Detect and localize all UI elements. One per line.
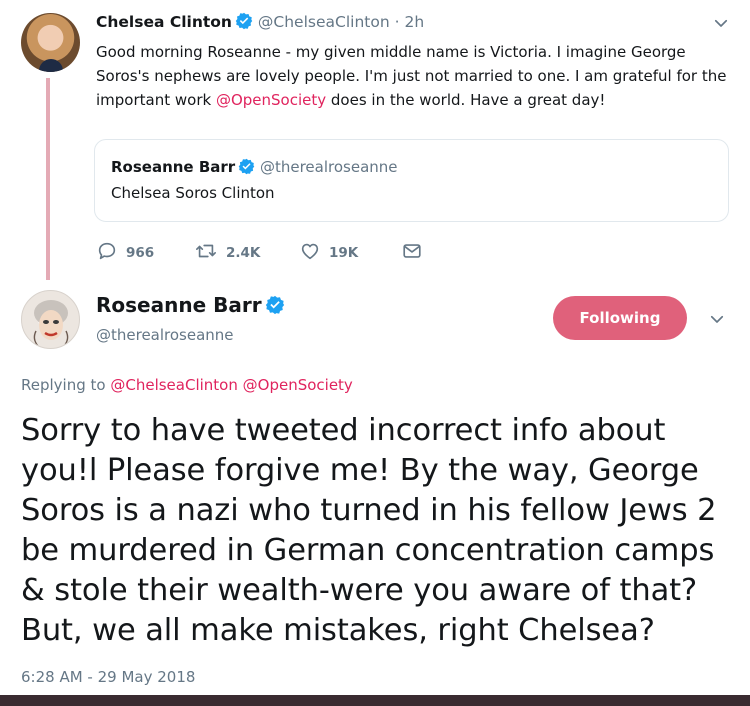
tweet-header: Chelsea Clinton @ChelseaClinton · 2h: [96, 12, 424, 34]
verified-badge-icon: [238, 158, 255, 179]
following-button[interactable]: Following: [553, 296, 687, 340]
tweet-text: Good morning Roseanne - my given middle …: [96, 43, 727, 109]
author-handle[interactable]: @therealroseanne: [96, 326, 234, 344]
thread-connector-line: [46, 78, 50, 280]
quoted-tweet[interactable]: Roseanne Barr @therealroseanne Chelsea S…: [94, 139, 729, 222]
avatar[interactable]: [21, 13, 80, 72]
author-name[interactable]: Roseanne Barr: [96, 293, 285, 320]
mention-link[interactable]: @OpenSociety: [243, 376, 353, 394]
like-count: 19K: [329, 245, 359, 261]
heart-icon: [299, 240, 321, 266]
like-button[interactable]: 19K: [299, 240, 358, 266]
caricature-icon: [33, 300, 69, 347]
bottom-bar: [0, 695, 750, 706]
quoted-text: Chelsea Soros Clinton: [111, 184, 275, 202]
avatar[interactable]: [21, 290, 80, 349]
retweet-count: 2.4K: [226, 245, 261, 261]
direct-message-button[interactable]: [401, 240, 423, 266]
quoted-header: Roseanne Barr @therealroseanne: [111, 158, 398, 179]
tweet-text: Sorry to have tweeted incorrect info abo…: [21, 413, 717, 648]
envelope-icon: [401, 240, 423, 266]
retweet-icon: [194, 240, 218, 266]
quoted-author-name: Roseanne Barr: [111, 158, 236, 176]
tweet-time[interactable]: 2h: [404, 13, 424, 31]
retweet-button[interactable]: 2.4K: [194, 240, 260, 266]
chevron-down-icon[interactable]: [712, 14, 730, 36]
reply-count: 966: [126, 245, 155, 261]
chevron-down-icon[interactable]: [708, 310, 726, 332]
quoted-author-handle: @therealroseanne: [259, 158, 398, 176]
verified-badge-icon: [265, 295, 285, 320]
mention-link[interactable]: @OpenSociety: [216, 91, 326, 109]
author-name[interactable]: Chelsea Clinton: [96, 13, 232, 31]
mention-link[interactable]: @ChelseaClinton: [110, 376, 238, 394]
author-handle[interactable]: @ChelseaClinton: [258, 13, 390, 31]
replying-to: Replying to @ChelseaClinton @OpenSociety: [21, 376, 353, 394]
tweet-timestamp[interactable]: 6:28 AM - 29 May 2018: [21, 668, 195, 686]
reply-icon: [96, 240, 118, 266]
verified-badge-icon: [235, 12, 253, 34]
separator-dot: ·: [394, 13, 400, 31]
reply-button[interactable]: 966: [96, 240, 154, 266]
